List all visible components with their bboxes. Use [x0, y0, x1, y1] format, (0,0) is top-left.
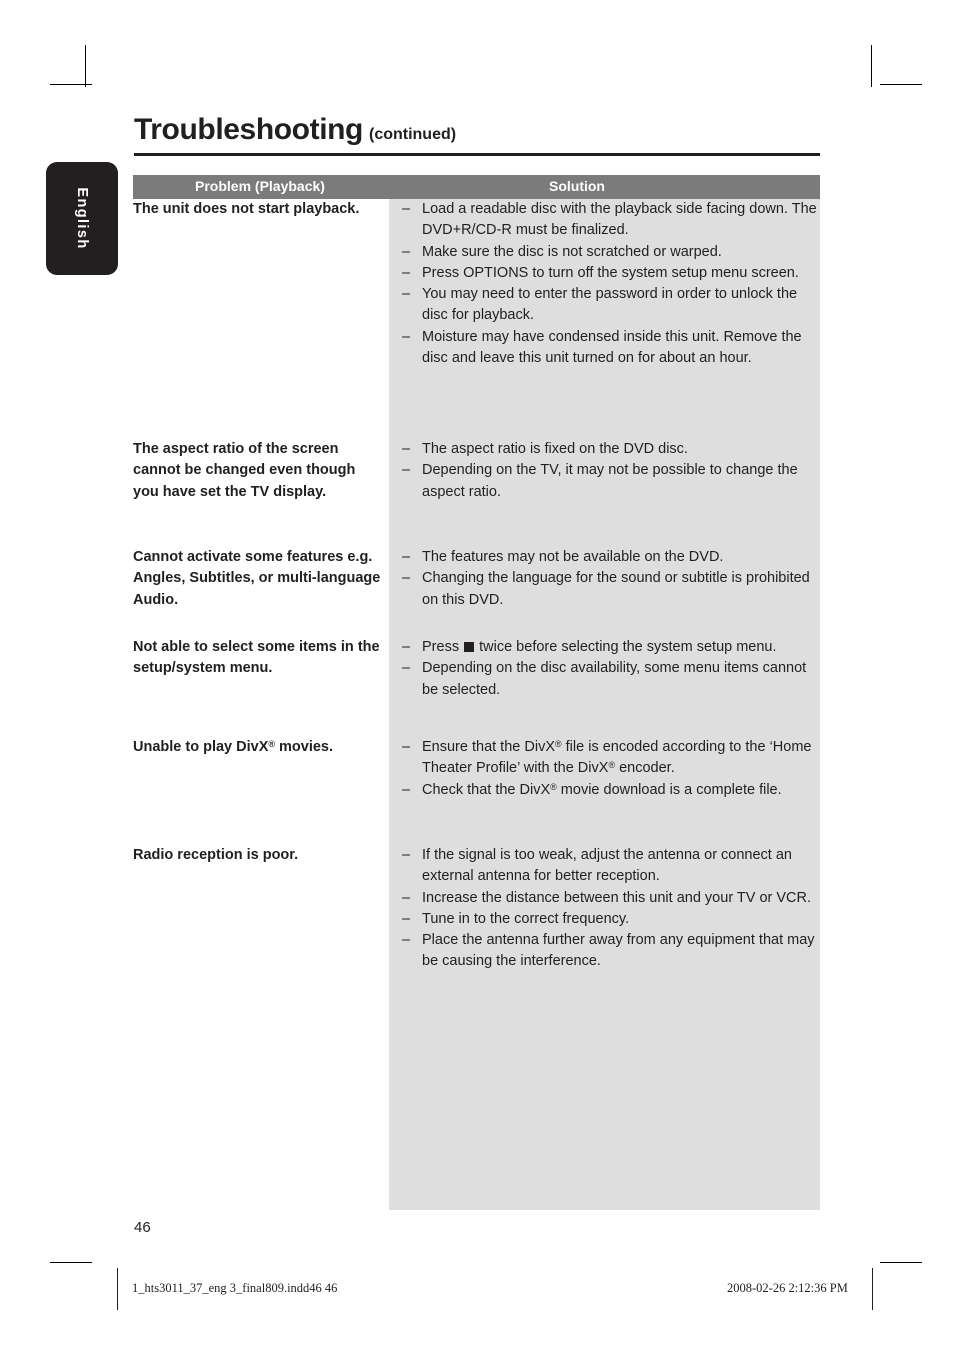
- bullet-dash-icon: –: [402, 441, 411, 457]
- solution-bullet: – If the signal is too weak, adjust the a…: [402, 845, 820, 888]
- bullet-dash-icon: –: [402, 932, 411, 949]
- bullet-dash-icon: –: [402, 462, 411, 479]
- crop-mark-top-right-vertical: [871, 45, 872, 87]
- table-row: Unable to play DivX® movies. – Ensure that…: [133, 737, 820, 801]
- solution-bullet: – You may need to enter the password in o…: [402, 284, 820, 327]
- solution-bullet: – Make sure the disc is not scratched or …: [402, 242, 820, 263]
- solution-cell: – Press twice before selecting the system…: [389, 637, 820, 701]
- problem-cell: Cannot activate some features e.g. Angle…: [133, 549, 381, 608]
- bullet-dash-icon: –: [402, 570, 411, 587]
- registered-mark: ®: [268, 739, 275, 750]
- bullet-dash-icon: –: [402, 328, 411, 345]
- solution-text: Tune in to the correct frequency.: [422, 910, 630, 927]
- solution-cell: – The features may not be available on th…: [389, 547, 820, 611]
- solution-text: Load a readable disc with the playback s…: [422, 201, 817, 239]
- table-row: Not able to select some items in the set…: [133, 637, 820, 701]
- column-header-solution: Solution: [549, 178, 605, 194]
- solution-text: Depending on the disc availability, some…: [422, 660, 807, 698]
- crop-mark-bottom-left-horizontal: [50, 1262, 92, 1263]
- solution-text: The features may not be available on the…: [422, 549, 724, 565]
- solution-cell: – If the signal is too weak, adjust the a…: [389, 845, 820, 973]
- title-divider: [134, 153, 820, 156]
- crop-mark-top-left-horizontal: [50, 84, 92, 85]
- solution-text: Ensure that the DivX® file is encoded ac…: [422, 739, 812, 777]
- solution-bullet: – Increase the distance between this unit…: [402, 888, 820, 909]
- bullet-dash-icon: –: [402, 639, 411, 655]
- bullet-dash-icon: –: [402, 781, 411, 798]
- solution-text: You may need to enter the password in or…: [422, 286, 798, 324]
- bullet-dash-icon: –: [402, 243, 411, 260]
- bullet-dash-icon: –: [402, 549, 411, 565]
- crop-mark-top-left-vertical: [85, 45, 86, 87]
- footer-file-name: 1_hts3011_37_eng 3_final809.indd46 46: [132, 1281, 338, 1295]
- solution-text: If the signal is too weak, adjust the an…: [422, 847, 792, 885]
- bullet-dash-icon: –: [402, 910, 411, 927]
- column-header-problem: Problem (Playback): [195, 178, 325, 194]
- footer-rule-left: [117, 1268, 118, 1310]
- table-row: Radio reception is poor. – If the signal i…: [133, 845, 820, 973]
- solution-text: Press twice before selecting the system …: [422, 639, 777, 655]
- solution-bullet: – Ensure that the DivX® file is encoded a…: [402, 737, 820, 780]
- table-header: Problem (Playback) Solution: [133, 175, 820, 199]
- solution-bullet: – Press twice before selecting the system…: [402, 637, 820, 658]
- solution-text: Increase the distance between this unit …: [422, 889, 812, 906]
- solution-bullet: – Place the antenna further away from any…: [402, 930, 820, 973]
- solution-bullet: – Load a readable disc with the playback …: [402, 199, 820, 242]
- page-number: 46: [134, 1219, 151, 1236]
- solution-cell: – Ensure that the DivX® file is encoded a…: [389, 737, 820, 801]
- problem-cell: The aspect ratio of the screen cannot be…: [133, 441, 356, 500]
- problem-cell: Radio reception is poor.: [133, 847, 299, 863]
- crop-mark-bottom-right-horizontal: [880, 1262, 922, 1263]
- solution-bullet: – Press OPTIONS to turn off the system se…: [402, 263, 820, 284]
- solution-bullet: – Tune in to the correct frequency.: [402, 909, 820, 930]
- stop-button-icon: [464, 642, 475, 652]
- bullet-dash-icon: –: [402, 201, 411, 217]
- solution-bullet: – Depending on the disc availability, som…: [402, 658, 820, 701]
- solution-text: Depending on the TV, it may not be possi…: [422, 462, 798, 500]
- bullet-dash-icon: –: [402, 660, 411, 677]
- bullet-dash-icon: –: [402, 847, 411, 863]
- bullet-dash-icon: –: [402, 286, 411, 303]
- table-row: Cannot activate some features e.g. Angle…: [133, 547, 820, 611]
- solution-bullet: – The features may not be available on th…: [402, 547, 820, 568]
- solution-text: The aspect ratio is fixed on the DVD dis…: [422, 441, 688, 457]
- footer-timestamp: 2008-02-26 2:12:36 PM: [727, 1281, 848, 1295]
- registered-mark: ®: [608, 760, 616, 771]
- solution-bullet: – The aspect ratio is fixed on the DVD di…: [402, 439, 820, 460]
- solution-text: Press OPTIONS to turn off the system set…: [422, 264, 799, 281]
- bullet-dash-icon: –: [402, 889, 411, 906]
- page-title-main: Troubleshooting: [134, 113, 363, 146]
- solution-bullet: – Depending on the TV, it may not be poss…: [402, 460, 820, 503]
- solution-bullet: – Moisture may have condensed inside this…: [402, 327, 820, 370]
- problem-cell: Unable to play DivX® movies.: [133, 739, 334, 755]
- registered-mark: ®: [555, 739, 562, 750]
- language-tab: English: [46, 162, 118, 275]
- problem-cell: Not able to select some items in the set…: [133, 639, 380, 677]
- solution-text: Make sure the disc is not scratched or w…: [422, 243, 722, 260]
- solution-cell: – The aspect ratio is fixed on the DVD di…: [389, 439, 820, 503]
- problem-cell: The unit does not start playback.: [133, 201, 360, 217]
- table-row: The unit does not start playback. – Load a…: [133, 199, 820, 369]
- bullet-dash-icon: –: [402, 739, 411, 755]
- solution-bullet: – Changing the language for the sound or …: [402, 568, 820, 611]
- table-row: The aspect ratio of the screen cannot be…: [133, 439, 820, 503]
- solution-text: Moisture may have condensed inside this …: [422, 328, 802, 367]
- bullet-dash-icon: –: [402, 264, 411, 281]
- solution-bullet: – Check that the DivX® movie download is …: [402, 780, 820, 801]
- solution-cell: – Load a readable disc with the playback …: [389, 199, 820, 369]
- footer-rule-right: [872, 1268, 873, 1310]
- registered-mark: ®: [550, 781, 557, 792]
- crop-mark-top-right-horizontal: [880, 84, 922, 85]
- page-title: Troubleshooting (continued): [134, 113, 456, 147]
- solution-text: Changing the language for the sound or s…: [422, 570, 810, 608]
- solution-text: Check that the DivX® movie download is a…: [422, 781, 782, 798]
- language-tab-label: English: [74, 187, 90, 250]
- page-title-sub: (continued): [368, 126, 457, 143]
- solution-text: Place the antenna further away from any …: [422, 932, 815, 970]
